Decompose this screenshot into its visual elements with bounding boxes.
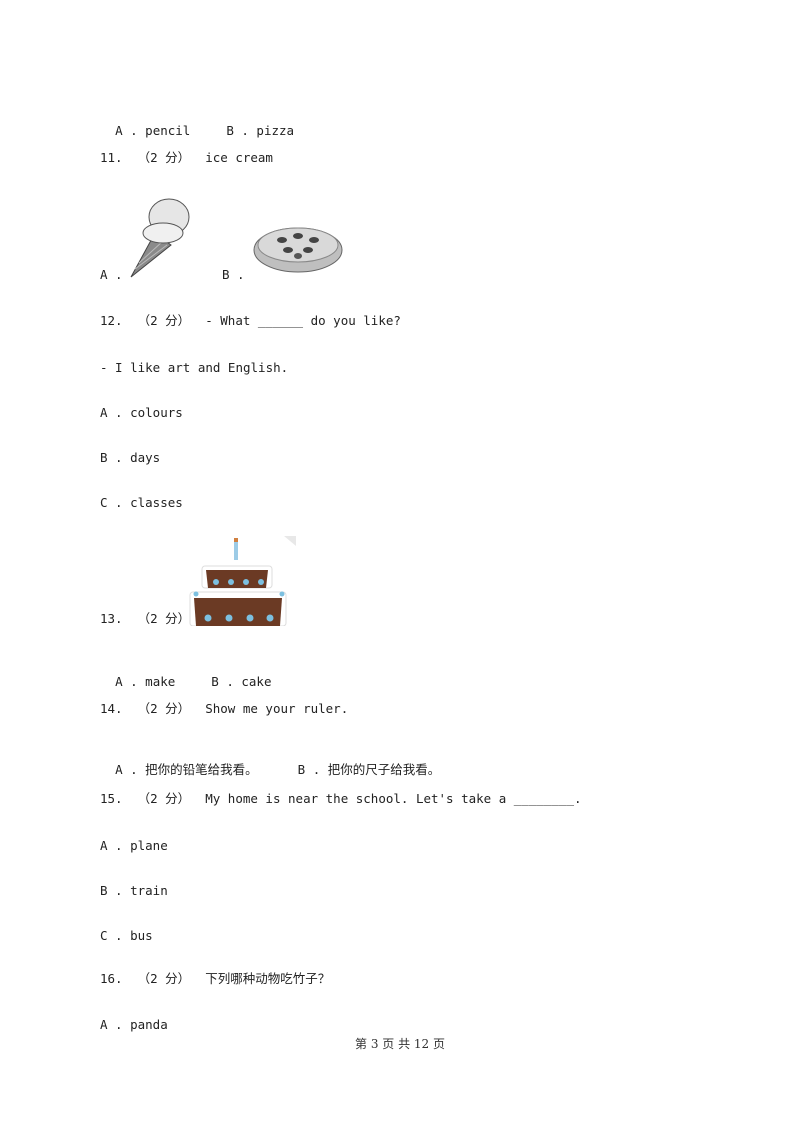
q16-option-a: A . panda	[100, 1017, 168, 1032]
q11-option-b-label: B .	[222, 267, 245, 282]
q15-stem: 15. （2 分） My home is near the school. Le…	[100, 791, 582, 806]
q14-stem: 14. （2 分） Show me your ruler.	[100, 701, 349, 716]
q11-stem: 11. （2 分） ice cream	[100, 150, 273, 165]
q14-options: A . 把你的铅笔给我看。 B . 把你的尺子给我看。	[100, 746, 440, 778]
q12-option-c: C . classes	[100, 495, 183, 510]
q15-option-c: C . bus	[100, 928, 153, 943]
q13-option-a: A . make	[115, 674, 176, 689]
q12-reply: - I like art and English.	[100, 360, 289, 375]
q14-option-a: A . 把你的铅笔给我看。	[115, 762, 258, 777]
q10-option-a: A . pencil	[115, 123, 191, 138]
q15-option-b: B . train	[100, 883, 168, 898]
page-footer: 第 3 页 共 12 页	[355, 1037, 445, 1051]
q12-stem: 12. （2 分） - What ______ do you like?	[100, 313, 401, 328]
ice-cream-image	[130, 198, 190, 278]
q13-stem: 13. （2 分）	[100, 611, 191, 626]
pie-image	[253, 227, 343, 273]
q12-option-b: B . days	[100, 450, 161, 465]
q16-stem: 16. （2 分） 下列哪种动物吃竹子？	[100, 971, 331, 986]
q10-option-b: B . pizza	[226, 123, 295, 138]
q15-option-a: A . plane	[100, 838, 168, 853]
q12-option-a: A . colours	[100, 405, 183, 420]
q13-options: A . make B . cake	[100, 658, 272, 690]
q11-option-a-label: A .	[100, 267, 123, 282]
q14-option-b: B . 把你的尺子给我看。	[297, 762, 441, 777]
cake-image	[189, 536, 296, 626]
q13-option-b: B . cake	[211, 674, 272, 689]
q10-options: A . pencil B . pizza	[100, 107, 294, 139]
